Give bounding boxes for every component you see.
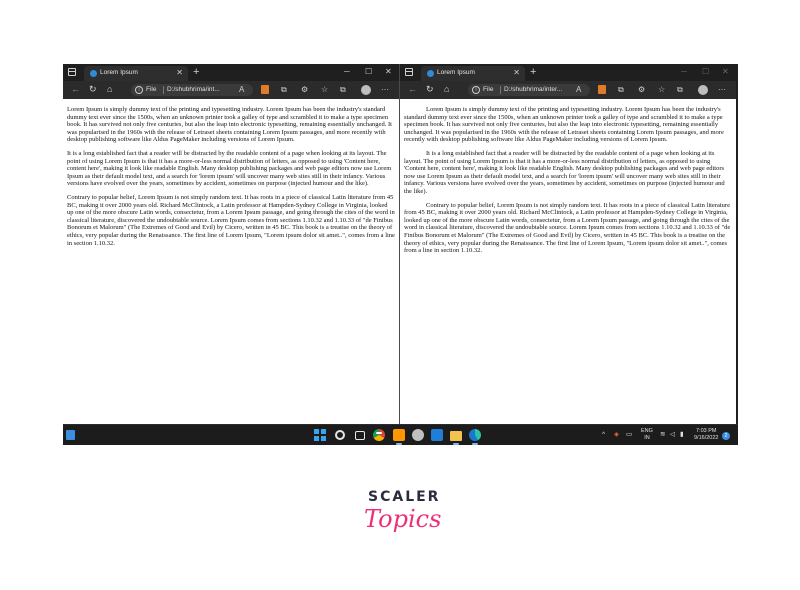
page-favicon-icon bbox=[90, 70, 97, 77]
maximize-icon[interactable]: ☐ bbox=[365, 67, 372, 77]
close-window-icon[interactable]: ✕ bbox=[722, 67, 729, 77]
file-explorer-icon[interactable] bbox=[450, 431, 462, 445]
tab-lorem-ipsum[interactable]: Lorem Ipsum ✕ bbox=[421, 66, 525, 81]
url-scheme: File bbox=[146, 86, 157, 93]
task-view-icon[interactable] bbox=[355, 431, 365, 440]
desktop-screen: Lorem Ipsum ✕ + ─ ☐ ✕ ← ↻ ⌂ i File D:/sh… bbox=[63, 64, 738, 445]
tab-title: Lorem Ipsum bbox=[437, 69, 475, 76]
browser-window-right: Lorem Ipsum ✕ + ─ ☐ ✕ ← ↻ ⌂ i File D:/sh… bbox=[400, 64, 736, 424]
profile-avatar[interactable] bbox=[698, 85, 708, 95]
favorites-icon[interactable]: ☆ bbox=[321, 84, 328, 95]
clock[interactable]: 7:03 PM 9/16/2022 bbox=[694, 428, 718, 442]
brand-wordmark: SCALER bbox=[368, 489, 441, 505]
url-separator bbox=[163, 86, 164, 94]
new-tab-button[interactable]: + bbox=[530, 66, 536, 78]
more-menu-icon[interactable]: ··· bbox=[381, 84, 389, 95]
tray-chevron-icon[interactable]: ^ bbox=[602, 429, 605, 441]
home-icon[interactable]: ⌂ bbox=[444, 84, 449, 95]
refresh-icon[interactable]: ↻ bbox=[89, 84, 97, 95]
url-field[interactable]: i File D:/shubhrima/inter... bbox=[468, 84, 590, 96]
edge-browser-icon[interactable] bbox=[469, 429, 481, 445]
extension-icon[interactable] bbox=[598, 85, 606, 94]
sublime-text-icon[interactable] bbox=[393, 429, 405, 445]
paragraph-1: Lorem Ipsum is simply dummy text of the … bbox=[67, 106, 392, 144]
clock-date: 9/16/2022 bbox=[694, 435, 719, 441]
page-content: Lorem Ipsum is simply dummy text of the … bbox=[63, 99, 399, 424]
brand-subtitle: Topics bbox=[364, 505, 442, 533]
browser-window-left: Lorem Ipsum ✕ + ─ ☐ ✕ ← ↻ ⌂ i File D:/sh… bbox=[63, 64, 399, 424]
extension-icon[interactable] bbox=[261, 85, 269, 94]
url-path: D:/shubhrima/int... bbox=[167, 86, 220, 93]
new-tab-button[interactable]: + bbox=[193, 66, 199, 78]
volume-icon[interactable]: ◁ bbox=[670, 429, 675, 441]
battery-icon[interactable]: ▮ bbox=[680, 429, 684, 441]
screenshot-icon[interactable]: ⧉ bbox=[281, 84, 287, 95]
page-content: Lorem Ipsum is simply dummy text of the … bbox=[400, 99, 736, 424]
read-aloud-icon[interactable]: A bbox=[576, 84, 581, 95]
back-icon[interactable]: ← bbox=[71, 84, 80, 95]
read-aloud-icon[interactable]: A bbox=[239, 84, 244, 95]
region-code: IN bbox=[644, 435, 650, 441]
screenshot-icon[interactable]: ⧉ bbox=[618, 84, 624, 95]
widgets-icon[interactable] bbox=[66, 430, 75, 440]
favorites-icon[interactable]: ☆ bbox=[658, 84, 665, 95]
tab-actions-icon[interactable] bbox=[404, 67, 414, 77]
site-info-icon[interactable]: i bbox=[135, 86, 143, 94]
tab-bar: Lorem Ipsum ✕ + ─ ☐ ✕ bbox=[63, 64, 399, 81]
start-menu-icon[interactable] bbox=[314, 429, 326, 441]
minimize-icon[interactable]: ─ bbox=[344, 67, 350, 77]
extensions-icon[interactable]: ⚙ bbox=[638, 84, 645, 95]
close-tab-icon[interactable]: ✕ bbox=[513, 68, 520, 78]
clock-time: 7:03 PM bbox=[695, 428, 717, 434]
paragraph-2: It is a long established fact that a rea… bbox=[67, 149, 392, 188]
address-bar: ← ↻ ⌂ i File D:/shubhrima/inter... A ⧉ ⚙… bbox=[400, 81, 736, 99]
tab-actions-icon[interactable] bbox=[67, 67, 77, 77]
photos-icon[interactable] bbox=[431, 429, 443, 441]
chrome-icon[interactable] bbox=[373, 429, 385, 441]
tray-app-icon[interactable]: ◈ bbox=[614, 429, 619, 441]
close-window-icon[interactable]: ✕ bbox=[385, 67, 392, 77]
paragraph-3: Contrary to popular belief, Lorem Ipsum … bbox=[67, 193, 395, 247]
search-icon[interactable] bbox=[335, 430, 345, 440]
url-scheme: File bbox=[483, 86, 494, 93]
refresh-icon[interactable]: ↻ bbox=[426, 84, 434, 95]
tab-title: Lorem Ipsum bbox=[100, 69, 138, 76]
tab-lorem-ipsum[interactable]: Lorem Ipsum ✕ bbox=[84, 66, 188, 81]
page-favicon-icon bbox=[427, 70, 434, 77]
paragraph-2: It is a long established fact that a rea… bbox=[404, 149, 725, 195]
notification-badge[interactable]: 2 bbox=[722, 432, 730, 440]
collections-icon[interactable]: ⧉ bbox=[677, 84, 683, 95]
branding-logo: SCALER Topics bbox=[0, 487, 800, 547]
settings-icon[interactable] bbox=[412, 429, 424, 441]
url-path: D:/shubhrima/inter... bbox=[504, 86, 563, 93]
language-code: ENG bbox=[641, 428, 653, 434]
paragraph-1: Lorem Ipsum is simply dummy text of the … bbox=[404, 106, 724, 144]
url-separator bbox=[500, 86, 501, 94]
tab-bar: Lorem Ipsum ✕ + ─ ☐ ✕ bbox=[400, 64, 736, 81]
collections-icon[interactable]: ⧉ bbox=[340, 84, 346, 95]
minimize-icon[interactable]: ─ bbox=[681, 67, 687, 77]
taskbar: ^ ◈ ▭ ENG IN ≋ ◁ ▮ 7:03 PM 9/16/2022 2 bbox=[63, 424, 738, 445]
wifi-icon[interactable]: ≋ bbox=[660, 429, 665, 441]
close-tab-icon[interactable]: ✕ bbox=[176, 68, 183, 78]
site-info-icon[interactable]: i bbox=[472, 86, 480, 94]
home-icon[interactable]: ⌂ bbox=[107, 84, 112, 95]
address-bar: ← ↻ ⌂ i File D:/shubhrima/int... A ⧉ ⚙ ☆… bbox=[63, 81, 399, 99]
extensions-icon[interactable]: ⚙ bbox=[301, 84, 308, 95]
back-icon[interactable]: ← bbox=[408, 84, 417, 95]
profile-avatar[interactable] bbox=[361, 85, 371, 95]
language-indicator[interactable]: ENG IN bbox=[641, 428, 653, 442]
tray-app-icon-2[interactable]: ▭ bbox=[626, 429, 632, 441]
maximize-icon[interactable]: ☐ bbox=[702, 67, 709, 77]
url-field[interactable]: i File D:/shubhrima/int... bbox=[131, 84, 253, 96]
more-menu-icon[interactable]: ··· bbox=[718, 84, 726, 95]
paragraph-3: Contrary to popular belief, Lorem Ipsum … bbox=[404, 201, 731, 255]
